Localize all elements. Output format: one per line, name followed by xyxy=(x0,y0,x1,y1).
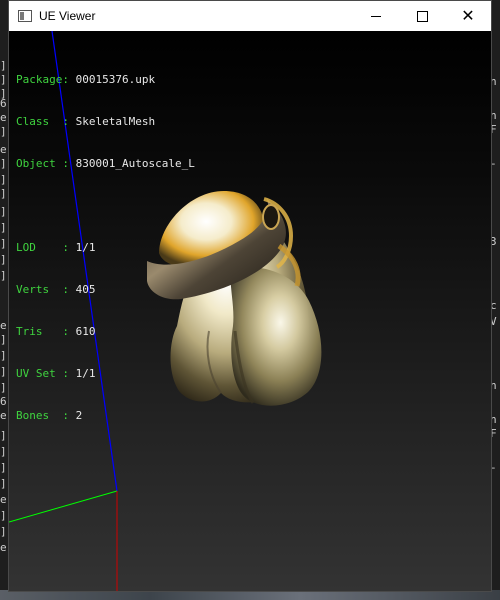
class-label: Class : xyxy=(16,115,69,128)
lod-value: 1/1 xyxy=(75,241,96,254)
bones-label: Bones : xyxy=(16,409,69,422)
info-row-object: Object : 830001_Autoscale_L xyxy=(16,157,195,171)
3d-viewport[interactable]: Package: 00015376.upk Class : SkeletalMe… xyxy=(9,31,491,591)
info-row-class: Class : SkeletalMesh xyxy=(16,115,195,129)
minimize-button[interactable] xyxy=(353,1,399,31)
close-button[interactable]: ✕ xyxy=(445,1,491,31)
package-value: 00015376.upk xyxy=(75,73,156,86)
bones-value: 2 xyxy=(75,409,83,422)
close-icon: ✕ xyxy=(461,6,475,25)
info-row-bones: Bones : 2 xyxy=(16,409,195,423)
tris-label: Tris : xyxy=(16,325,69,338)
window-icon[interactable] xyxy=(18,10,32,22)
uvset-value: 1/1 xyxy=(75,367,96,380)
info-row-verts: Verts : 405 xyxy=(16,283,195,297)
info-row-package: Package: 00015376.upk xyxy=(16,73,195,87)
title-bar[interactable]: UE Viewer ✕ xyxy=(9,1,491,31)
tris-value: 610 xyxy=(75,325,96,338)
lod-label: LOD : xyxy=(16,241,69,254)
info-row-lod: LOD : 1/1 xyxy=(16,241,195,255)
object-label: Object : xyxy=(16,157,69,170)
uvset-label: UV Set : xyxy=(16,367,69,380)
window-title: UE Viewer xyxy=(39,9,96,23)
axis-x-line xyxy=(9,490,118,523)
class-value: SkeletalMesh xyxy=(75,115,156,128)
mesh-info-overlay: Package: 00015376.upk Class : SkeletalMe… xyxy=(16,45,195,451)
ue-viewer-window: UE Viewer ✕ Package: 00015376.upk Class … xyxy=(8,0,492,592)
verts-value: 405 xyxy=(75,283,96,296)
object-value: 830001_Autoscale_L xyxy=(75,157,195,170)
maximize-button[interactable] xyxy=(399,1,445,31)
info-row-tris: Tris : 610 xyxy=(16,325,195,339)
maximize-icon xyxy=(416,10,428,22)
verts-label: Verts : xyxy=(16,283,69,296)
minimize-icon xyxy=(371,15,381,17)
package-label: Package: xyxy=(16,73,69,86)
info-row-uvset: UV Set : 1/1 xyxy=(16,367,195,381)
